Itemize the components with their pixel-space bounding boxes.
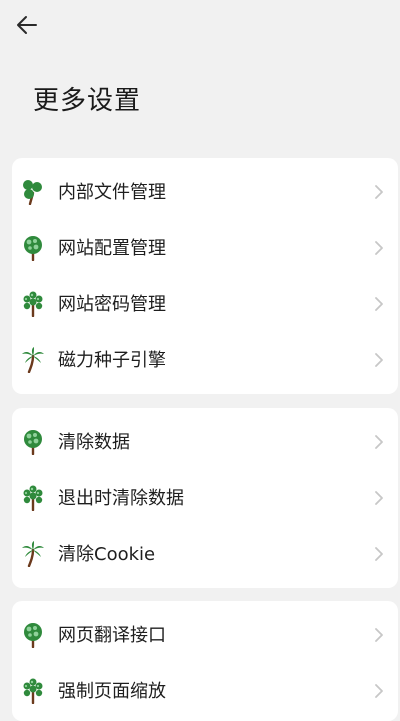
- tree-round-light-icon: [21, 429, 45, 455]
- menu-item-label: 网站配置管理: [58, 238, 166, 259]
- tree-clover-icon: [21, 179, 45, 205]
- menu-item-label: 磁力种子引擎: [58, 350, 166, 371]
- menu-item-label: 网站密码管理: [58, 294, 166, 315]
- settings-group-clear: 清除数据 退出时清除数据 清除Cookie: [12, 408, 398, 588]
- chevron-right-icon: [374, 435, 384, 449]
- chevron-right-icon: [374, 684, 384, 698]
- menu-item-label: 网页翻译接口: [58, 625, 166, 646]
- tree-round-light-icon: [21, 235, 45, 261]
- chevron-right-icon: [374, 353, 384, 367]
- menu-item-internal-file-manager[interactable]: 内部文件管理: [12, 163, 398, 219]
- menu-item-clear-cookie[interactable]: 清除Cookie: [12, 525, 398, 581]
- menu-item-clear-on-exit[interactable]: 退出时清除数据: [12, 469, 398, 525]
- chevron-right-icon: [374, 628, 384, 642]
- menu-item-label: 强制页面缩放: [58, 681, 166, 702]
- settings-group-files: 内部文件管理 网站配置管理 网站密码管理 磁力种子引擎: [12, 158, 398, 394]
- tree-bubbles-icon: [21, 485, 45, 511]
- chevron-right-icon: [374, 547, 384, 561]
- tree-round-light-icon: [21, 622, 45, 648]
- chevron-right-icon: [374, 491, 384, 505]
- chevron-right-icon: [374, 185, 384, 199]
- palm-tree-icon: [21, 347, 45, 373]
- menu-item-label: 退出时清除数据: [58, 488, 184, 509]
- tree-bubbles-icon: [21, 291, 45, 317]
- menu-item-site-config-manager[interactable]: 网站配置管理: [12, 219, 398, 275]
- back-button[interactable]: [12, 10, 42, 40]
- settings-group-page: 网页翻译接口 强制页面缩放: [12, 601, 398, 721]
- tree-bubbles-icon: [21, 678, 45, 704]
- palm-tree-icon: [21, 541, 45, 567]
- menu-item-site-password-manager[interactable]: 网站密码管理: [12, 275, 398, 331]
- menu-item-translate-api[interactable]: 网页翻译接口: [12, 606, 398, 662]
- menu-item-label: 清除Cookie: [58, 544, 156, 565]
- menu-item-force-zoom[interactable]: 强制页面缩放: [12, 662, 398, 718]
- arrow-left-icon: [17, 16, 37, 34]
- menu-item-clear-data[interactable]: 清除数据: [12, 413, 398, 469]
- chevron-right-icon: [374, 297, 384, 311]
- chevron-right-icon: [374, 241, 384, 255]
- menu-item-magnet-engine[interactable]: 磁力种子引擎: [12, 331, 398, 387]
- menu-item-label: 清除数据: [58, 432, 130, 453]
- menu-item-label: 内部文件管理: [58, 182, 166, 203]
- page-title: 更多设置: [33, 86, 142, 116]
